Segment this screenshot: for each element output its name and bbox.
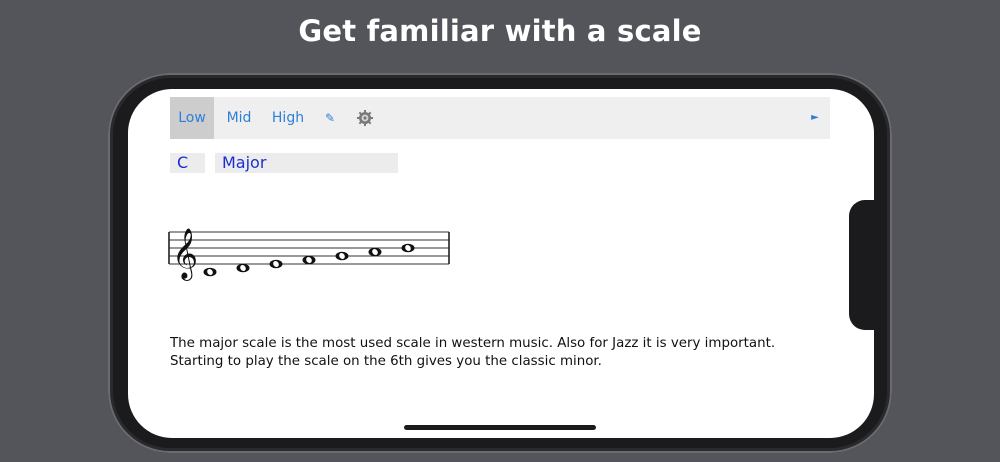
scale-description: The major scale is the most used scale i… bbox=[170, 336, 776, 369]
scale-notes bbox=[203, 243, 415, 277]
tab-low[interactable]: Low bbox=[170, 97, 214, 139]
page-title: Get familiar with a scale bbox=[298, 14, 702, 48]
music-staff: 𝄞 bbox=[168, 228, 450, 281]
tab-high[interactable]: High bbox=[268, 97, 308, 139]
scale-selector[interactable]: Major bbox=[215, 153, 398, 173]
toolbar: Low Mid High ✎ ► bbox=[170, 97, 830, 139]
key-selector[interactable]: C bbox=[170, 153, 205, 173]
gear-icon[interactable] bbox=[356, 109, 374, 127]
home-indicator[interactable] bbox=[404, 425, 596, 430]
tab-mid[interactable]: Mid bbox=[222, 97, 256, 139]
treble-clef-icon: 𝄞 bbox=[172, 228, 198, 281]
pencil-icon[interactable]: ✎ bbox=[323, 97, 337, 139]
play-icon[interactable]: ► bbox=[808, 97, 822, 139]
phone-notch bbox=[849, 200, 879, 330]
